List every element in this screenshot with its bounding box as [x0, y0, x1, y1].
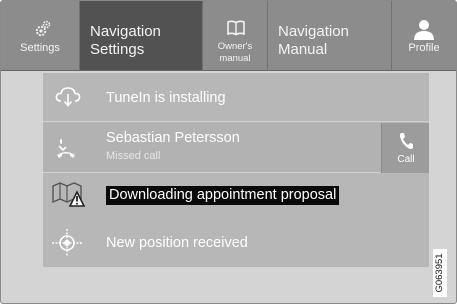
notification-missed-call[interactable]: Sebastian Petersson Missed call Call [43, 123, 429, 173]
navigation-settings-tab[interactable]: Navigation Settings [80, 1, 202, 70]
navigation-manual-label: Navigation Manual [278, 23, 349, 58]
owners-manual-label: Owner's manual [217, 41, 253, 64]
settings-tab[interactable]: Settings [1, 1, 79, 70]
notification-position[interactable]: New position received [43, 220, 429, 267]
notification-appointment-download[interactable]: Downloading appointment proposal [43, 174, 429, 219]
center-display: Settings Navigation Settings Owner's man… [0, 0, 457, 304]
call-label: Call [397, 154, 415, 165]
figure-code-text: G063951 [434, 253, 445, 293]
map-warning-icon [51, 180, 86, 213]
settings-label: Settings [20, 42, 60, 54]
navigation-settings-label: Navigation Settings [90, 23, 161, 58]
notification-list: TuneIn is installing Sebastian Petersson… [43, 73, 429, 267]
missed-call-icon [55, 137, 77, 164]
notification-tunein[interactable]: TuneIn is installing [43, 73, 429, 122]
person-icon [413, 18, 435, 45]
caller-name: Sebastian Petersson [106, 130, 240, 146]
top-navigation-bar: Settings Navigation Settings Owner's man… [1, 1, 456, 71]
owners-manual-tab[interactable]: Owner's manual [203, 1, 267, 70]
notification-text: Downloading appointment proposal [106, 186, 340, 205]
phone-icon [399, 132, 413, 155]
cloud-download-icon [55, 86, 81, 113]
call-back-button[interactable]: Call [381, 123, 429, 173]
book-icon [227, 20, 245, 41]
call-status: Missed call [106, 150, 161, 162]
notification-text: New position received [106, 235, 248, 251]
profile-label: Profile [408, 42, 440, 54]
notification-text: TuneIn is installing [106, 90, 226, 106]
profile-tab[interactable]: Profile [392, 1, 456, 70]
position-crosshair-icon [51, 228, 83, 263]
figure-code: G063951 [433, 249, 447, 297]
gears-icon [35, 20, 51, 43]
navigation-manual-tab[interactable]: Navigation Manual [268, 1, 391, 70]
